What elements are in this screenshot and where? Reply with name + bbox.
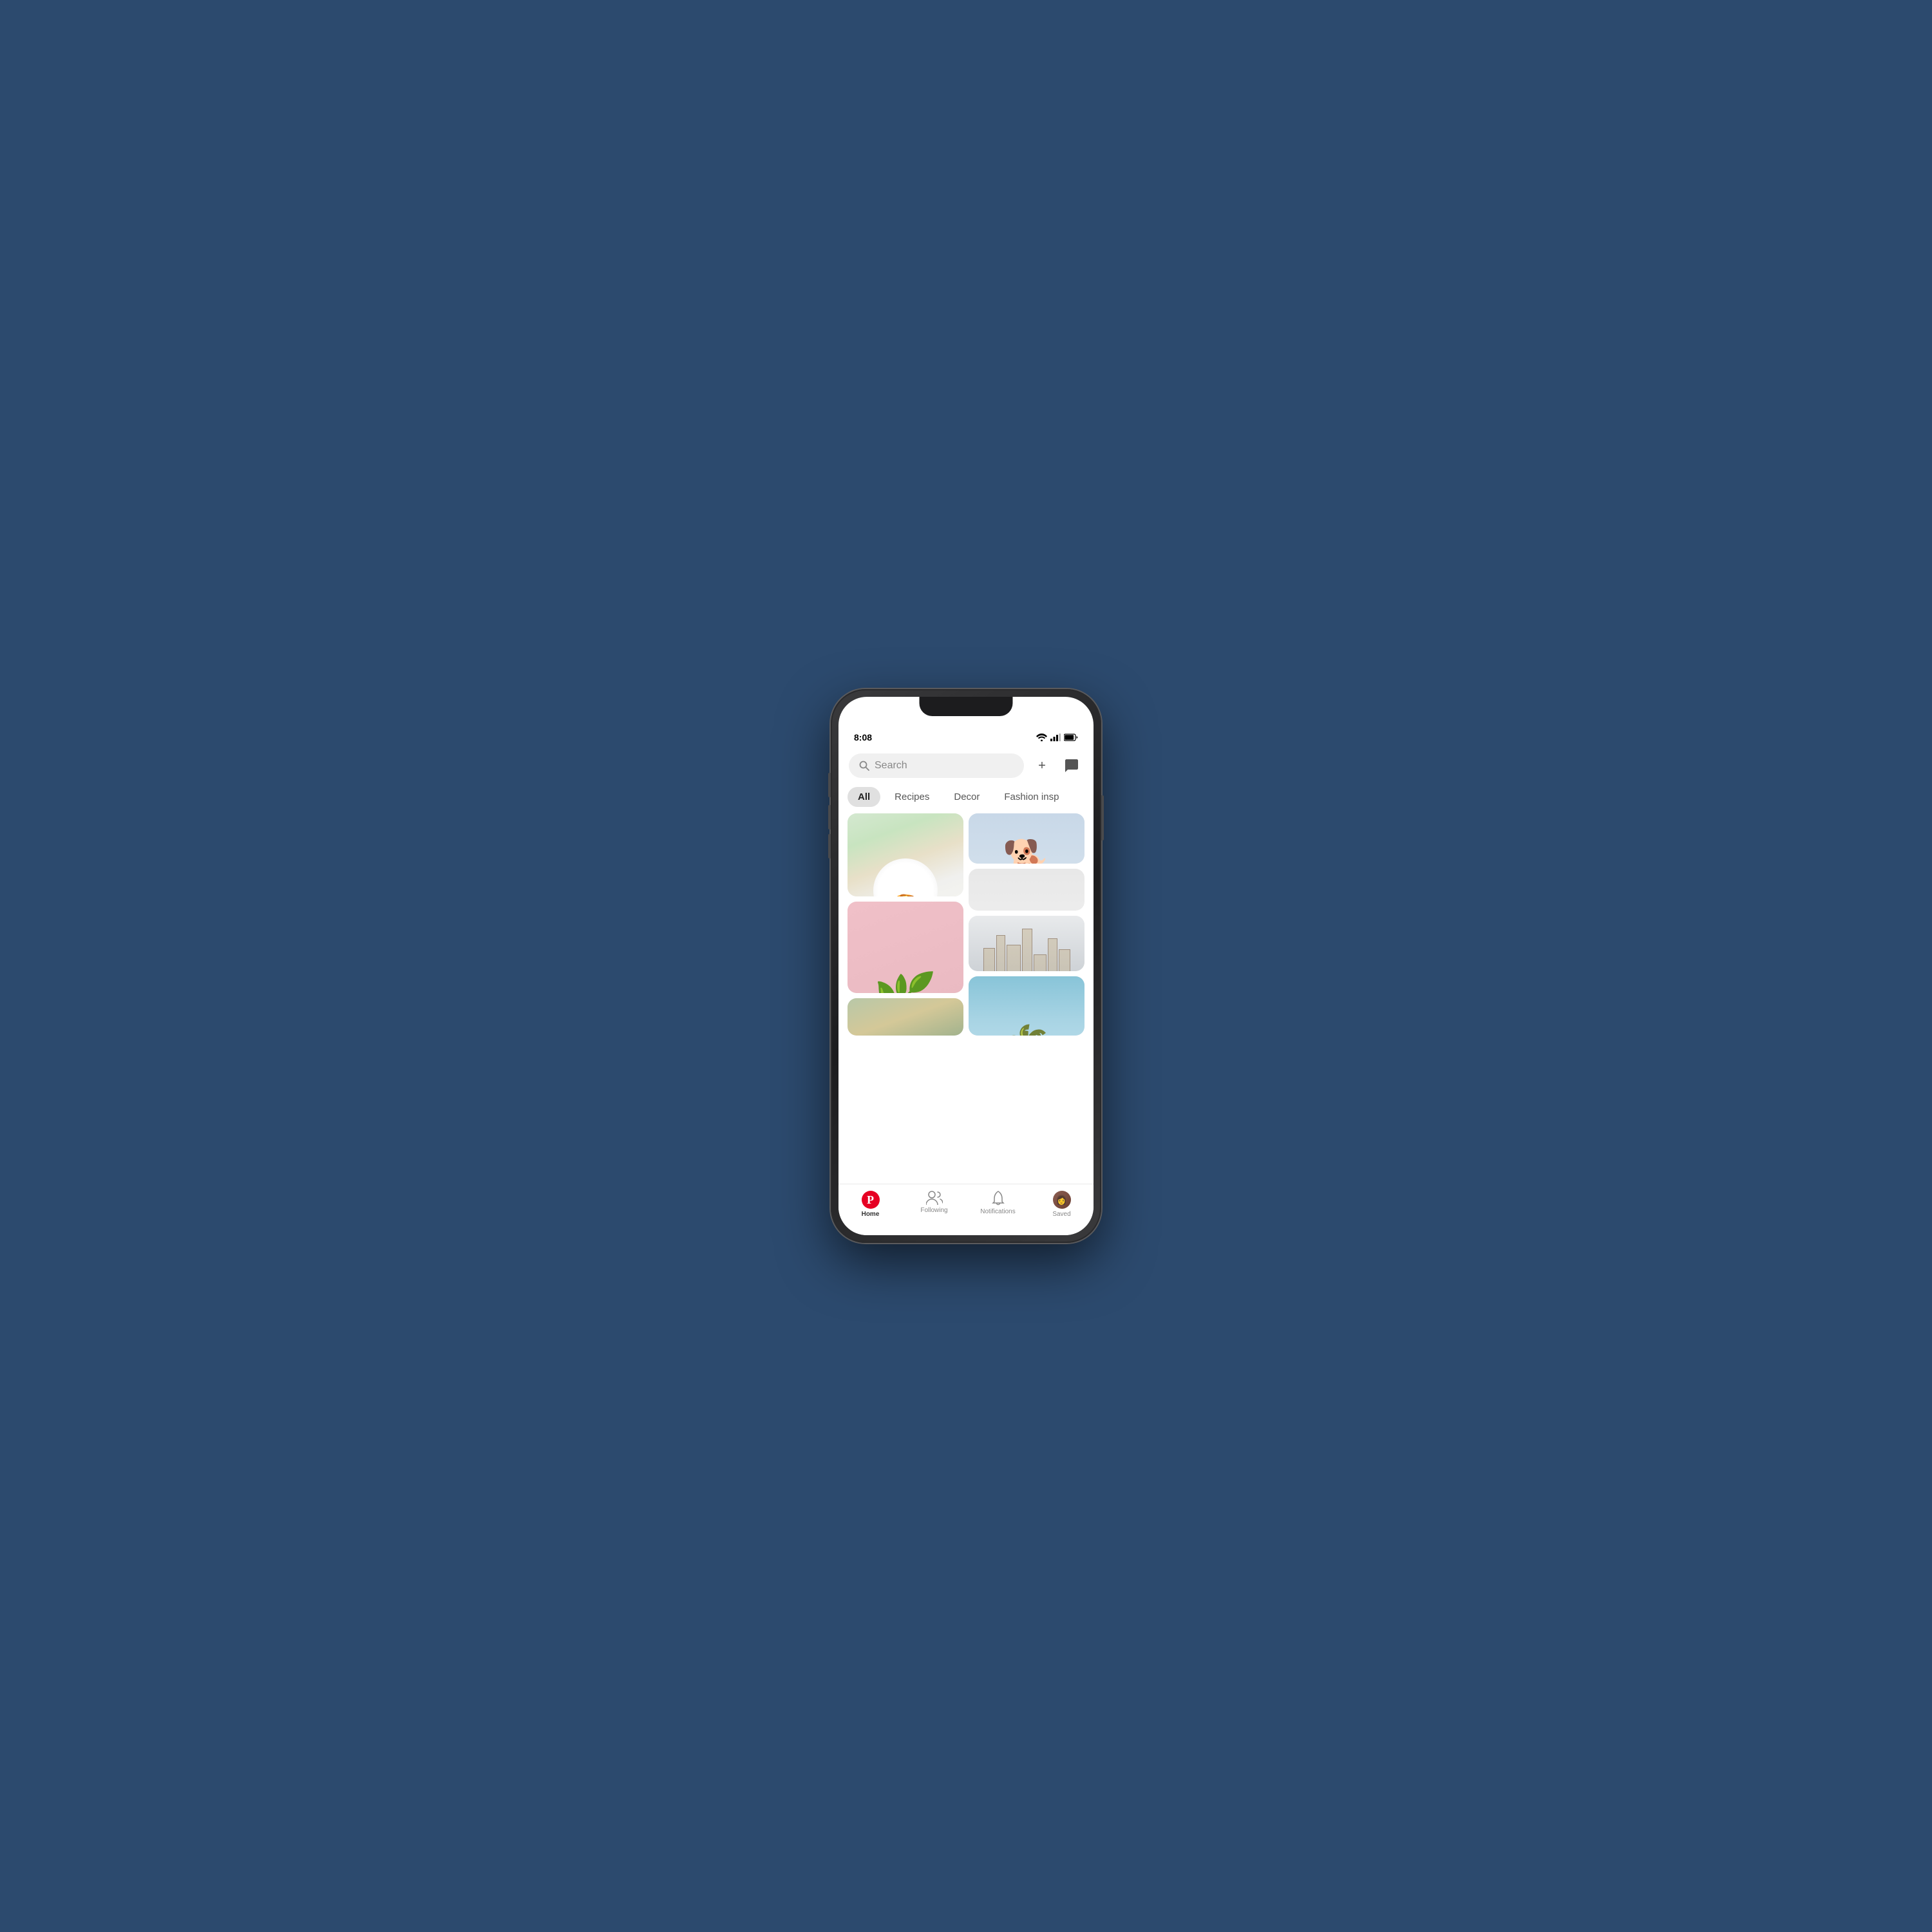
wifi-icon (1036, 734, 1047, 741)
pin-card-palm[interactable] (969, 976, 1084, 1036)
nav-label-saved: Saved (1052, 1211, 1070, 1218)
pin-image-leaf (848, 902, 963, 993)
nav-label-notifications: Notifications (980, 1208, 1015, 1215)
search-input-wrapper[interactable]: Search (849, 753, 1024, 778)
search-icon (859, 761, 869, 771)
avatar: 👩 (1053, 1191, 1071, 1209)
messages-button[interactable] (1060, 754, 1083, 777)
status-bar: 8:08 (838, 723, 1094, 748)
pin-image-aerial (848, 998, 963, 1036)
pin-card-food[interactable] (848, 813, 963, 896)
masonry-grid (838, 813, 1094, 1036)
nav-item-saved[interactable]: 👩 Saved (1030, 1191, 1094, 1218)
pin-image-food (848, 813, 963, 896)
screen-content: 8:08 (838, 697, 1094, 1235)
pinterest-logo: P (862, 1191, 880, 1209)
signal-icon (1050, 734, 1061, 741)
tab-fashion[interactable]: Fashion insp (994, 787, 1069, 807)
masonry-col-left (848, 813, 963, 1036)
status-icons (1036, 734, 1078, 741)
following-icon (926, 1191, 943, 1205)
battery-icon (1064, 734, 1078, 741)
nav-item-home[interactable]: P Home (838, 1191, 902, 1218)
pin-image-buildings (969, 916, 1084, 971)
pin-image-dog (969, 813, 1084, 864)
notch (920, 697, 1013, 716)
masonry-col-right (969, 813, 1084, 1036)
pin-image-palm (969, 976, 1084, 1036)
phone-mockup: 8:08 (831, 689, 1101, 1243)
nav-label-home: Home (862, 1211, 880, 1218)
status-time: 8:08 (854, 732, 872, 743)
phone-screen: 8:08 (838, 697, 1094, 1235)
bottom-nav: P Home Following Notifications (838, 1184, 1094, 1235)
bell-icon (991, 1191, 1005, 1206)
chat-icon (1064, 758, 1079, 773)
category-tabs: All Recipes Decor Fashion insp (838, 783, 1094, 813)
pin-card-dog[interactable] (969, 813, 1084, 864)
add-button[interactable]: + (1030, 754, 1054, 777)
tab-recipes[interactable]: Recipes (884, 787, 940, 807)
pin-image-grey (969, 869, 1084, 911)
search-placeholder: Search (875, 760, 907, 772)
tab-decor[interactable]: Decor (943, 787, 990, 807)
tab-all[interactable]: All (848, 787, 880, 807)
pin-card-aerial[interactable] (848, 998, 963, 1036)
nav-item-following[interactable]: Following (902, 1191, 966, 1214)
pin-card-buildings[interactable] (969, 916, 1084, 971)
pin-card-grey[interactable] (969, 869, 1084, 911)
pin-card-leaf[interactable] (848, 902, 963, 993)
search-bar-row: Search + (838, 748, 1094, 783)
nav-item-notifications[interactable]: Notifications (966, 1191, 1030, 1215)
pin-feed (838, 813, 1094, 1235)
nav-label-following: Following (920, 1207, 947, 1214)
